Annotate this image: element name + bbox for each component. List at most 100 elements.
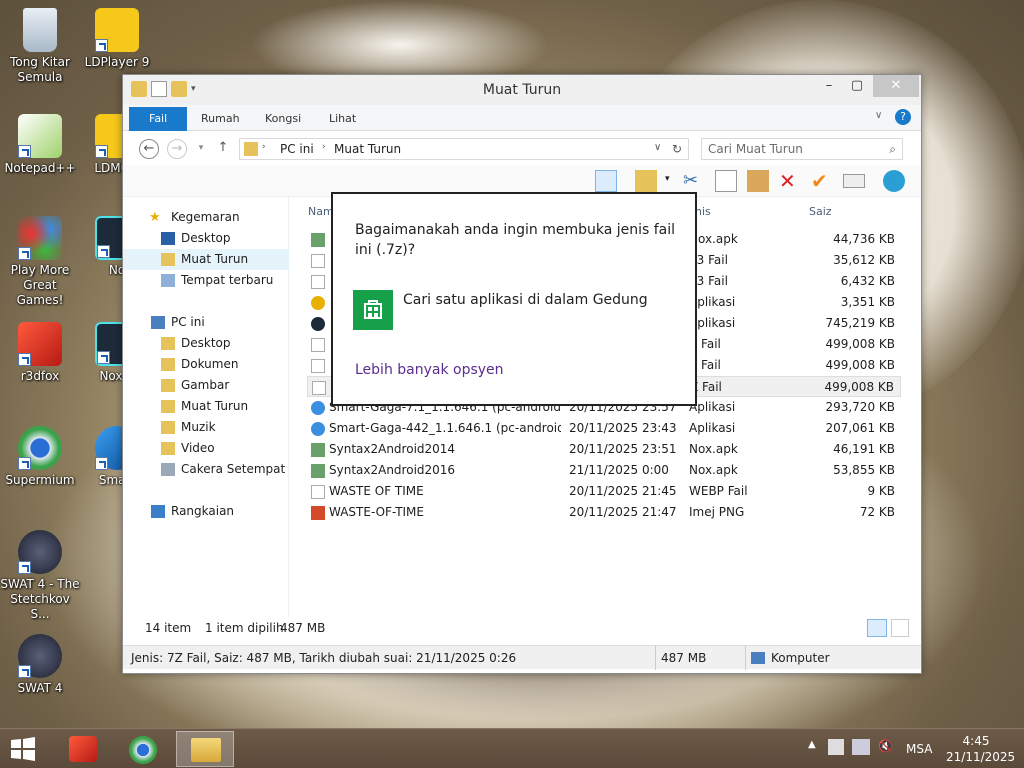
file-size: 46,191 KB — [833, 442, 895, 456]
apply-icon[interactable]: ✔ — [811, 170, 833, 192]
address-dropdown-icon[interactable]: ∨ — [654, 142, 661, 153]
desktop-icon-supermium[interactable]: Supermium — [0, 426, 80, 488]
tab-file[interactable]: Fail — [129, 107, 188, 131]
start-button[interactable] — [8, 737, 38, 761]
nav-pc-music[interactable]: Muzik — [123, 417, 289, 438]
volume-muted-icon[interactable]: 🔇 — [878, 739, 893, 753]
file-date: 20/11/2025 21:47 — [569, 505, 677, 519]
rename-icon[interactable] — [843, 174, 865, 188]
nav-this-pc[interactable]: PC ini — [123, 312, 289, 333]
expand-ribbon-icon[interactable]: ∨ — [875, 110, 882, 121]
selected-count: 1 item dipilih — [205, 621, 284, 635]
back-button[interactable]: ← — [139, 139, 159, 159]
breadcrumb-pc[interactable]: PC ini — [280, 142, 314, 156]
nav-label: PC ini — [171, 315, 205, 329]
maximize-button[interactable]: ▢ — [843, 75, 871, 97]
paste-icon[interactable] — [747, 170, 769, 192]
nav-fav-downloads[interactable]: Muat Turun — [123, 249, 289, 270]
file-name: Syntax2Android2014 — [329, 442, 456, 456]
table-row[interactable]: WASTE-OF-TIME 20/11/2025 21:47 Imej PNG … — [307, 502, 901, 523]
table-row[interactable]: WASTE OF TIME 20/11/2025 21:45 WEBP Fail… — [307, 481, 901, 502]
file-size: 207,061 KB — [825, 421, 895, 435]
nav-network[interactable]: Rangkaian — [123, 501, 289, 522]
taskbar-supermium[interactable] — [114, 731, 172, 767]
nav-label: Muat Turun — [181, 399, 249, 413]
minimize-button[interactable]: – — [815, 75, 843, 97]
file-size: 72 KB — [859, 505, 895, 519]
column-header-size[interactable]: Saiz — [809, 205, 832, 218]
network-icon[interactable] — [852, 739, 870, 755]
title-bar[interactable]: ▾ Muat Turun – ▢ ✕ — [123, 75, 921, 105]
notepadpp-icon — [18, 114, 62, 158]
properties-folder-icon[interactable] — [635, 170, 657, 192]
breadcrumb-separator: › — [322, 142, 326, 152]
copy-icon[interactable] — [715, 170, 737, 192]
desktop-icon — [161, 232, 175, 245]
nav-pc-videos[interactable]: Video — [123, 438, 289, 459]
store-option-link[interactable]: Cari satu aplikasi di dalam Gedung — [403, 292, 648, 308]
nav-pc-local-disk[interactable]: Cakera Setempat (C: — [123, 459, 289, 480]
file-icon — [311, 275, 325, 289]
tab-home[interactable]: Rumah — [187, 108, 254, 130]
language-indicator[interactable]: MSA — [906, 742, 932, 756]
nav-fav-desktop[interactable]: Desktop — [123, 228, 289, 249]
desktop-icon-ldplayer[interactable]: LDPlayer 9 — [77, 8, 157, 70]
cut-icon[interactable]: ✂ — [683, 170, 705, 192]
desktop-icon-swat4[interactable]: SWAT 4 — [0, 634, 80, 696]
tab-share[interactable]: Kongsi — [251, 108, 315, 130]
nav-label: Cakera Setempat (C: — [181, 462, 289, 476]
nav-favorites[interactable]: ★ Kegemaran — [123, 207, 289, 228]
folder-icon — [161, 337, 175, 350]
chat-icon[interactable] — [883, 170, 905, 192]
search-box[interactable]: Cari Muat Turun ⌕ — [701, 138, 903, 160]
desktop-icon-notepadpp[interactable]: Notepad++ — [0, 114, 80, 176]
nav-pc-documents[interactable]: Dokumen — [123, 354, 289, 375]
address-bar[interactable]: › PC ini › Muat Turun ∨ ↻ — [239, 138, 689, 160]
nav-pc-pictures[interactable]: Gambar — [123, 375, 289, 396]
details-view-icon[interactable] — [867, 619, 887, 637]
taskbar-r3dfox[interactable] — [54, 731, 112, 767]
help-icon[interactable]: ? — [895, 109, 911, 125]
refresh-icon[interactable]: ↻ — [672, 142, 682, 156]
file-size: 499,008 KB — [825, 337, 895, 351]
downloads-icon — [161, 253, 175, 266]
desktop-icon-label: Stetchkov S... — [10, 592, 70, 621]
delete-icon[interactable]: ✕ — [779, 170, 801, 192]
nav-pc-desktop[interactable]: Desktop — [123, 333, 289, 354]
nav-fav-recent[interactable]: Tempat terbaru — [123, 270, 289, 291]
desktop-icon-label: Notepad++ — [4, 161, 76, 175]
large-icons-view-icon[interactable] — [891, 619, 909, 637]
details-location: Komputer — [771, 651, 830, 665]
table-row[interactable]: Syntax2Android2014 20/11/2025 23:51 Nox.… — [307, 439, 901, 460]
search-input[interactable]: Cari Muat Turun — [708, 142, 803, 156]
desktop-icon-recycle-bin[interactable]: Tong Kitar Semula — [0, 8, 80, 85]
table-row[interactable]: Smart-Gaga-442_1.1.646.1 (pc-androide...… — [307, 418, 901, 439]
nav-pc-downloads[interactable]: Muat Turun — [123, 396, 289, 417]
column-header-type[interactable]: nis — [695, 205, 711, 218]
up-button[interactable]: ↑ — [213, 139, 233, 159]
more-options-link[interactable]: Lebih banyak opsyen — [355, 362, 504, 378]
breadcrumb-current[interactable]: Muat Turun — [334, 142, 401, 156]
tab-view[interactable]: Lihat — [315, 108, 370, 130]
taskbar-file-explorer[interactable] — [176, 731, 234, 767]
table-row[interactable]: Syntax2Android2016 21/11/2025 0:00 Nox.a… — [307, 460, 901, 481]
apk-icon — [311, 233, 325, 247]
details-bar: Jenis: 7Z Fail, Saiz: 487 MB, Tarikh diu… — [123, 645, 921, 670]
recent-locations-button[interactable]: ▾ — [191, 139, 211, 159]
nav-label: Desktop — [181, 231, 231, 245]
action-center-flag-icon[interactable] — [828, 739, 844, 755]
show-hidden-icons[interactable]: ▲ — [808, 739, 816, 750]
nav-label: Desktop — [181, 336, 231, 350]
close-button[interactable]: ✕ — [873, 75, 919, 97]
forward-button[interactable]: → — [167, 139, 187, 159]
desktop-icon-r3dfox[interactable]: r3dfox — [0, 322, 80, 384]
store-icon[interactable] — [353, 290, 393, 330]
swat4-icon — [18, 530, 62, 574]
desktop-icon-play-more[interactable]: Play More Great Games! — [0, 216, 80, 308]
desktop-icon-swat4-stetchkov[interactable]: SWAT 4 - The Stetchkov S... — [0, 530, 80, 622]
preview-pane-icon[interactable] — [595, 170, 617, 192]
search-icon: ⌕ — [889, 142, 896, 156]
column-header-name[interactable]: Nam — [308, 205, 334, 218]
clock[interactable]: 4:45 21/11/2025 — [946, 733, 1015, 765]
dropdown-icon[interactable]: ▾ — [665, 174, 670, 184]
